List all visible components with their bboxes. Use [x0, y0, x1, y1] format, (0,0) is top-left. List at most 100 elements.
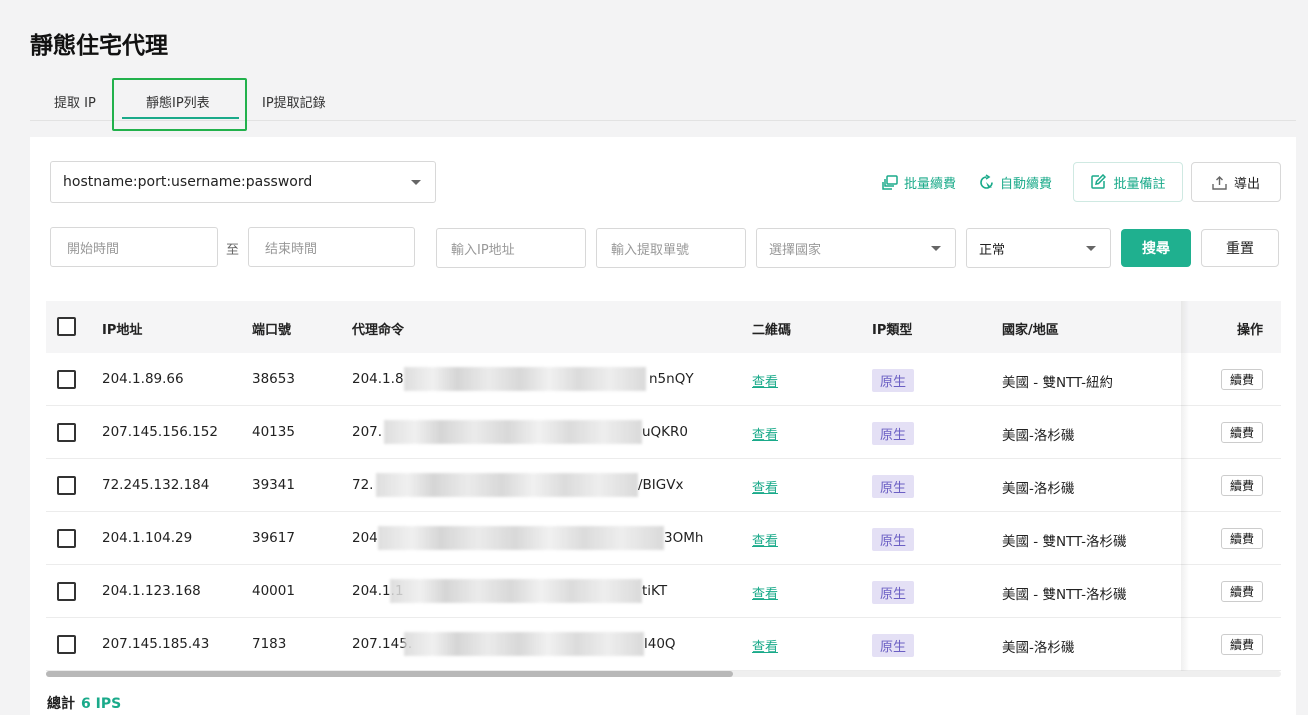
chevron-down-icon	[1086, 246, 1096, 251]
stack-icon	[882, 175, 898, 190]
country-select-placeholder: 選擇國家	[769, 242, 822, 258]
cell-port: 40135	[252, 424, 295, 440]
bulk-renew-link[interactable]: 批量續費	[882, 173, 956, 192]
renew-button[interactable]: 續費	[1221, 581, 1264, 602]
qr-view-link[interactable]: 查看	[752, 477, 778, 496]
tab-bar: 提取 IP 靜態IP列表 IP提取記錄	[30, 78, 1296, 131]
export-button[interactable]: 導出	[1191, 162, 1281, 202]
total-label: 總計	[47, 696, 75, 712]
cell-region: 美國 - 雙NTT-紐約	[1002, 375, 1113, 391]
tab-static-ip-list[interactable]: 靜態IP列表	[146, 92, 210, 111]
redacted-command-blur	[390, 579, 642, 603]
end-time-input[interactable]: 结束時間	[248, 227, 415, 267]
qr-view-link[interactable]: 查看	[752, 636, 778, 655]
ip-type-badge: 原生	[872, 369, 915, 392]
cell-command-end: l40Q	[644, 636, 676, 652]
search-button[interactable]: 搜尋	[1121, 229, 1191, 267]
table-row: 204.1.89.66 38653 204.1.8 n5nQY 查看 原生 美國…	[46, 353, 1281, 406]
auto-renew-label: 自動續費	[1000, 177, 1053, 192]
cell-port: 38653	[252, 371, 295, 387]
redacted-command-blur	[404, 632, 644, 656]
row-checkbox[interactable]	[57, 423, 76, 442]
reset-button[interactable]: 重置	[1201, 229, 1279, 267]
scrollbar-thumb[interactable]	[46, 671, 733, 677]
header-ip-type: IP類型	[872, 323, 913, 338]
ip-address-input[interactable]: 輸入IP地址	[436, 228, 586, 268]
cell-command-end: /BIGVx	[638, 477, 684, 493]
tab-active-underline	[122, 117, 239, 119]
main-panel: hostname:port:username:password 批量續費 自動續…	[30, 137, 1296, 715]
ip-type-badge: 原生	[872, 581, 915, 604]
cell-region: 美國-洛杉磯	[1002, 481, 1075, 497]
tab-extract-ip[interactable]: 提取 IP	[54, 92, 96, 111]
export-label: 導出	[1233, 176, 1260, 192]
ip-type-badge: 原生	[872, 634, 915, 657]
select-all-checkbox[interactable]	[57, 317, 76, 336]
status-select-value: 正常	[979, 242, 1006, 258]
tab-ip-extract-records[interactable]: IP提取記錄	[262, 92, 326, 111]
table-row: 204.1.104.29 39617 204 3OMh 查看 原生 美國 - 雙…	[46, 512, 1281, 565]
start-time-input[interactable]: 開始時間	[50, 227, 218, 267]
row-checkbox[interactable]	[57, 370, 76, 389]
order-number-input[interactable]: 輸入提取單號	[596, 228, 746, 268]
cell-command-start: 204	[352, 530, 378, 546]
cell-command-end: n5nQY	[649, 371, 694, 387]
bulk-note-button[interactable]: 批量備註	[1073, 162, 1183, 202]
header-qr: 二維碼	[752, 323, 792, 338]
format-select[interactable]: hostname:port:username:password	[50, 161, 436, 203]
renew-button[interactable]: 續費	[1221, 475, 1264, 496]
bulk-note-label: 批量備註	[1113, 176, 1166, 192]
qr-view-link[interactable]: 查看	[752, 371, 778, 390]
cell-region: 美國 - 雙NTT-洛杉磯	[1002, 534, 1127, 550]
cell-ip: 207.145.156.152	[102, 424, 218, 440]
total-count: 6 IPS	[81, 696, 122, 712]
edit-icon	[1091, 174, 1107, 189]
ip-type-badge: 原生	[872, 528, 915, 551]
table-row: 72.245.132.184 39341 72. /BIGVx 查看 原生 美國…	[46, 459, 1281, 512]
qr-view-link[interactable]: 查看	[752, 424, 778, 443]
horizontal-scrollbar[interactable]	[46, 671, 1281, 677]
cell-command-start: 204.1.8	[352, 371, 404, 387]
row-checkbox[interactable]	[57, 476, 76, 495]
header-command: 代理命令	[352, 323, 405, 338]
ip-type-badge: 原生	[872, 475, 915, 498]
header-ip: IP地址	[102, 323, 143, 338]
row-checkbox[interactable]	[57, 582, 76, 601]
renew-button[interactable]: 續費	[1221, 422, 1264, 443]
range-separator: 至	[226, 243, 240, 258]
table-row: 207.145.156.152 40135 207. uQKR0 查看 原生 美…	[46, 406, 1281, 459]
cell-ip: 204.1.89.66	[102, 371, 184, 387]
cell-port: 39617	[252, 530, 295, 546]
page-title: 靜態住宅代理	[30, 33, 168, 59]
cell-command-start: 72.	[352, 477, 374, 493]
header-region: 國家/地區	[1002, 323, 1059, 338]
qr-view-link[interactable]: 查看	[752, 583, 778, 602]
chevron-down-icon	[931, 246, 941, 251]
redacted-command-blur	[404, 367, 646, 391]
table-row: 204.1.123.168 40001 204.1.1 tiKT 查看 原生 美…	[46, 565, 1281, 618]
cell-ip: 204.1.104.29	[102, 530, 193, 546]
total-summary: 總計 6 IPS	[47, 693, 121, 713]
auto-renew-link[interactable]: 自動續費	[978, 173, 1052, 192]
cell-region: 美國 - 雙NTT-洛杉磯	[1002, 587, 1127, 603]
table-header: IP地址 端口號 代理命令 二維碼 IP類型 國家/地區 操作	[46, 301, 1281, 353]
format-select-value: hostname:port:username:password	[63, 174, 313, 190]
cell-port: 40001	[252, 583, 295, 599]
fixed-column-divider	[1181, 301, 1189, 671]
cell-ip: 207.145.185.43	[102, 636, 210, 652]
qr-view-link[interactable]: 查看	[752, 530, 778, 549]
table-row: 207.145.185.43 7183 207.145. l40Q 查看 原生 …	[46, 618, 1281, 671]
cell-command-end: tiKT	[642, 583, 668, 599]
renew-button[interactable]: 續費	[1221, 634, 1264, 655]
row-checkbox[interactable]	[57, 529, 76, 548]
status-select[interactable]: 正常	[966, 228, 1111, 268]
chevron-down-icon	[411, 180, 421, 185]
country-select[interactable]: 選擇國家	[756, 228, 956, 268]
ip-type-badge: 原生	[872, 422, 915, 445]
redacted-command-blur	[378, 526, 664, 550]
row-checkbox[interactable]	[57, 635, 76, 654]
cell-port: 39341	[252, 477, 295, 493]
renew-button[interactable]: 續費	[1221, 528, 1264, 549]
renew-button[interactable]: 續費	[1221, 369, 1264, 390]
redacted-command-blur	[384, 420, 642, 444]
